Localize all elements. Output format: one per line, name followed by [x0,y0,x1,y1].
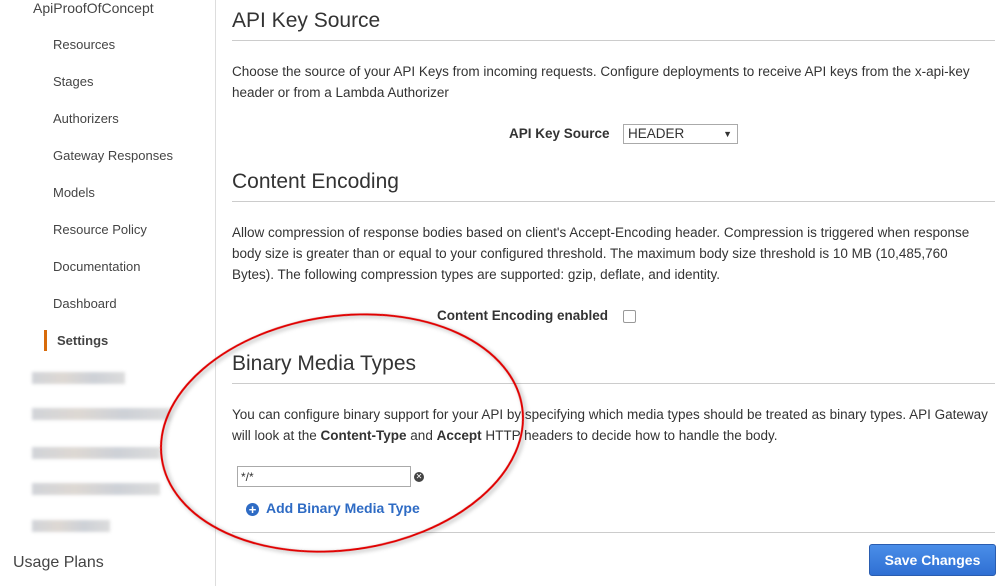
active-indicator [44,330,47,351]
api-name[interactable]: ApiProofOfConcept [33,0,154,16]
blurred-api-item[interactable] [32,408,170,420]
sidebar-usage-plans[interactable]: Usage Plans [13,554,104,572]
blurred-api-item[interactable] [32,447,160,459]
api-key-description: Choose the source of your API Keys from … [232,64,970,100]
remove-icon[interactable]: ✕ [414,472,424,482]
content-encoding-description: Allow compression of response bodies bas… [232,225,970,282]
save-changes-button[interactable]: Save Changes [869,544,996,576]
content-encoding-title: Content Encoding [232,170,399,193]
sidebar-item-models[interactable]: Models [53,185,95,200]
binary-media-type-input[interactable] [237,466,411,487]
divider [232,201,995,202]
add-binary-media-type-link[interactable]: + Add Binary Media Type [246,500,420,516]
api-key-source-value: HEADER [628,126,685,141]
divider [232,383,995,384]
sidebar-item-settings[interactable]: Settings [57,333,108,348]
blurred-api-item[interactable] [32,520,110,532]
blurred-api-item[interactable] [32,483,160,495]
sidebar-item-dashboard[interactable]: Dashboard [53,296,117,311]
sidebar-item-resource-policy[interactable]: Resource Policy [53,222,147,237]
sidebar-item-authorizers[interactable]: Authorizers [53,111,119,126]
sidebar-item-resources[interactable]: Resources [53,37,115,52]
binary-media-description: You can configure binary support for you… [232,407,988,443]
sidebar: ApiProofOfConcept Resources Stages Autho… [0,0,216,586]
blurred-api-item[interactable] [32,372,125,384]
sidebar-item-documentation[interactable]: Documentation [53,259,140,274]
divider [232,40,995,41]
plus-circle-icon: + [246,503,259,516]
binary-media-title: Binary Media Types [232,352,417,375]
divider [232,532,995,533]
dropdown-arrow-icon: ▼ [723,129,732,139]
content-encoding-label: Content Encoding enabled [437,308,608,323]
api-key-title: API Key Source [232,9,381,32]
sidebar-item-gateway-responses[interactable]: Gateway Responses [53,148,173,163]
content-encoding-checkbox[interactable] [623,310,636,323]
sidebar-item-stages[interactable]: Stages [53,74,93,89]
api-key-source-select[interactable]: HEADER ▼ [623,124,738,144]
api-key-source-label: API Key Source [509,126,610,141]
